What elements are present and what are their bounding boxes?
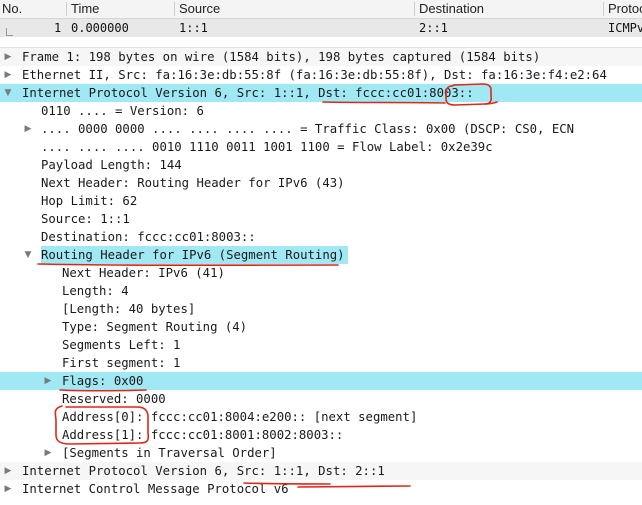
tree-item-label: .... .... .... 0010 1110 0011 1001 1100 … xyxy=(41,140,493,154)
tree-item-version[interactable]: 0110 .... = Version: 6 xyxy=(0,102,642,120)
expand-arrow-icon[interactable]: ▶ xyxy=(2,48,14,66)
tree-item-label: [Segments in Traversal Order] xyxy=(62,446,277,460)
packet-row[interactable]: 1 0.000000 1::1 2::1 ICMPv xyxy=(0,19,642,37)
tree-item-source[interactable]: Source: 1::1 xyxy=(0,210,642,228)
column-no[interactable]: No. xyxy=(2,1,22,16)
expand-arrow-icon[interactable]: ▶ xyxy=(42,372,54,390)
tree-item-reserved[interactable]: Reserved: 0000 xyxy=(0,390,642,408)
column-source[interactable]: Source xyxy=(179,1,220,16)
tree-item-icmpv6[interactable]: ▶ Internet Control Message Protocol v6 xyxy=(0,480,642,498)
tree-item-ipv6-srh[interactable]: ▼ Internet Protocol Version 6, Src: 1::1… xyxy=(0,84,642,102)
tree-item-address-1[interactable]: Address[1]: fccc:cc01:8001:8002:8003:: xyxy=(0,426,642,444)
tree-item-rh-type[interactable]: Type: Segment Routing (4) xyxy=(0,318,642,336)
column-divider[interactable] xyxy=(174,2,175,16)
tree-item-label: Address[0]: fccc:cc01:8004:e200:: [next … xyxy=(62,410,418,424)
packet-bracket-icon xyxy=(6,28,13,36)
tree-item-label: Next Header: IPv6 (41) xyxy=(62,266,225,280)
tree-item-address-0[interactable]: Address[0]: fccc:cc01:8004:e200:: [next … xyxy=(0,408,642,426)
packet-source: 1::1 xyxy=(179,21,208,35)
packet-list-header: No. Time Source Destination Protoc xyxy=(0,0,642,19)
tree-item-next-header[interactable]: Next Header: Routing Header for IPv6 (43… xyxy=(0,174,642,192)
tree-item-label: Frame 1: 198 bytes on wire (1584 bits), … xyxy=(22,50,541,64)
tree-item-flags[interactable]: ▶ Flags: 0x00 xyxy=(0,372,642,390)
tree-item-routing-header[interactable]: ▼ Routing Header for IPv6 (Segment Routi… xyxy=(0,246,642,264)
collapse-arrow-icon[interactable]: ▼ xyxy=(22,246,34,264)
column-divider[interactable] xyxy=(414,2,415,16)
tree-item-flow-label[interactable]: .... .... .... 0010 1110 0011 1001 1100 … xyxy=(0,138,642,156)
tree-item-segments-left[interactable]: Segments Left: 1 xyxy=(0,336,642,354)
column-divider[interactable] xyxy=(603,2,604,16)
tree-item-ethernet[interactable]: ▶ Ethernet II, Src: fa:16:3e:db:55:8f (f… xyxy=(0,66,642,84)
tree-item-label: Internet Control Message Protocol v6 xyxy=(22,482,289,496)
expand-arrow-icon[interactable]: ▶ xyxy=(2,66,14,84)
packet-destination: 2::1 xyxy=(419,21,448,35)
column-destination[interactable]: Destination xyxy=(419,1,484,16)
tree-item-label: Segments Left: 1 xyxy=(62,338,181,352)
tree-item-label: Length: 4 xyxy=(62,284,129,298)
expand-arrow-icon[interactable]: ▶ xyxy=(2,480,14,498)
tree-item-label: 0110 .... = Version: 6 xyxy=(41,104,204,118)
tree-item-rh-next-header[interactable]: Next Header: IPv6 (41) xyxy=(0,264,642,282)
tree-item-label: Flags: 0x00 xyxy=(62,374,144,388)
tree-item-label: [Length: 40 bytes] xyxy=(62,302,196,316)
tree-item-traversal-order[interactable]: ▶ [Segments in Traversal Order] xyxy=(0,444,642,462)
tree-item-label: Source: 1::1 xyxy=(41,212,130,226)
tree-item-ipv6-inner[interactable]: ▶ Internet Protocol Version 6, Src: 1::1… xyxy=(0,462,642,480)
tree-item-frame[interactable]: ▶ Frame 1: 198 bytes on wire (1584 bits)… xyxy=(0,48,642,66)
tree-item-label: Internet Protocol Version 6, Src: 1::1, … xyxy=(22,464,385,478)
collapse-arrow-icon[interactable]: ▼ xyxy=(2,84,14,102)
tree-item-label: Next Header: Routing Header for IPv6 (43… xyxy=(41,176,345,190)
tree-item-label: First segment: 1 xyxy=(62,356,181,370)
packet-time: 0.000000 xyxy=(71,21,129,35)
tree-item-first-segment[interactable]: First segment: 1 xyxy=(0,354,642,372)
tree-item-label: Ethernet II, Src: fa:16:3e:db:55:8f (fa:… xyxy=(22,68,607,82)
tree-item-payload-length[interactable]: Payload Length: 144 xyxy=(0,156,642,174)
tree-item-label: Internet Protocol Version 6, Src: 1::1, … xyxy=(22,86,474,100)
packet-protocol: ICMPv xyxy=(608,21,642,35)
expand-arrow-icon[interactable]: ▶ xyxy=(2,462,14,480)
column-divider[interactable] xyxy=(66,2,67,16)
tree-item-rh-length[interactable]: Length: 4 xyxy=(0,282,642,300)
column-time[interactable]: Time xyxy=(71,1,99,16)
tree-item-destination[interactable]: Destination: fccc:cc01:8003:: xyxy=(0,228,642,246)
tree-item-label: Reserved: 0000 xyxy=(62,392,166,406)
tree-item-label: Routing Header for IPv6 (Segment Routing… xyxy=(41,246,348,264)
tree-item-rh-length-bytes[interactable]: [Length: 40 bytes] xyxy=(0,300,642,318)
tree-item-label: Hop Limit: 62 xyxy=(41,194,138,208)
tree-item-label: Type: Segment Routing (4) xyxy=(62,320,248,334)
expand-arrow-icon[interactable]: ▶ xyxy=(42,444,54,462)
tree-item-label: Payload Length: 144 xyxy=(41,158,182,172)
pane-divider[interactable] xyxy=(0,37,642,48)
column-protocol[interactable]: Protoc xyxy=(608,1,642,16)
expand-arrow-icon[interactable]: ▶ xyxy=(22,120,34,138)
tree-item-traffic-class[interactable]: ▶ .... 0000 0000 .... .... .... .... = T… xyxy=(0,120,642,138)
packet-no: 1 xyxy=(54,21,62,35)
tree-item-label: Address[1]: fccc:cc01:8001:8002:8003:: xyxy=(62,428,344,442)
tree-item-hop-limit[interactable]: Hop Limit: 62 xyxy=(0,192,642,210)
tree-item-label: .... 0000 0000 .... .... .... .... = Tra… xyxy=(41,122,575,136)
tree-item-label: Destination: fccc:cc01:8003:: xyxy=(41,230,256,244)
